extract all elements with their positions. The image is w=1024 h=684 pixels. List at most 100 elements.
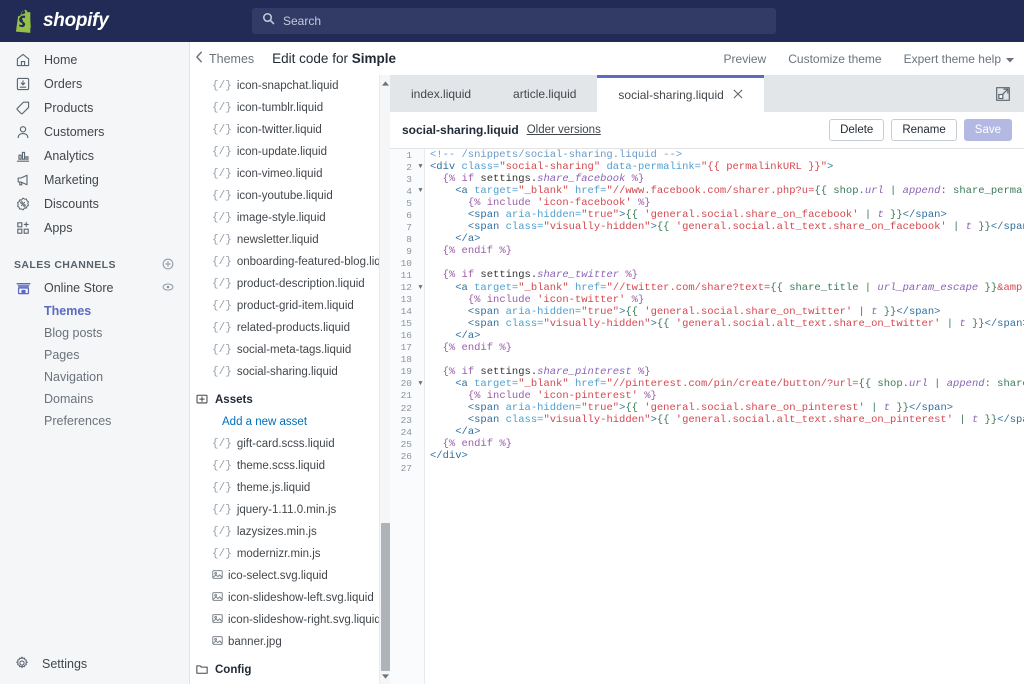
line-number: 23 [400,414,412,426]
file-tree-item[interactable]: {/} related-products.liquid [190,317,390,339]
file-tree-item[interactable]: {/} theme.js.liquid [190,477,390,499]
add-asset-label: Add a new asset [222,416,308,428]
rename-button[interactable]: Rename [891,119,957,141]
customize-theme-link[interactable]: Customize theme [788,52,881,66]
sidebar-item-home[interactable]: Home [0,48,189,72]
expand-fullscreen-icon[interactable] [992,83,1014,105]
file-tree-item[interactable]: {/} gift-card.scss.liquid [190,433,390,455]
file-tree-item[interactable]: {/} jquery-1.11.0.min.js [190,499,390,521]
line-number: 8 [406,233,412,245]
file-tree-item[interactable]: {/} lazysizes.min.js [190,521,390,543]
file-tree-item[interactable]: {/} social-sharing.liquid [190,361,390,383]
file-tree-item[interactable]: {/} product-grid-item.liquid [190,295,390,317]
file-label: jquery-1.11.0.min.js [236,504,337,516]
line-number: 25 [400,438,412,450]
code-text: <a target="_blank" href="//twitter.com/s… [455,281,1024,294]
shopify-brand[interactable]: shopify [14,9,190,33]
code-fold-toggle-icon[interactable]: ▼ [416,284,425,292]
sidebar-item-marketing[interactable]: Marketing [0,168,189,192]
sidebar-item-discounts[interactable]: Discounts [0,192,189,216]
file-tree-item[interactable]: {/} onboarding-featured-blog.liqu [190,251,390,273]
add-new-asset-link[interactable]: Add a new asset [190,411,390,433]
file-tree-item[interactable]: icon-slideshow-right.svg.liquid [190,609,390,631]
code-fold-toggle-icon[interactable]: ▼ [416,380,425,388]
breadcrumb[interactable]: Themes [195,51,254,66]
file-tree-item[interactable]: {/} icon-youtube.liquid [190,185,390,207]
sidebar-item-blog-posts[interactable]: Blog posts [0,322,189,344]
scroll-down-arrow-icon[interactable] [381,670,390,682]
code-text: {% if settings.share_pinterest %} [442,365,651,378]
sidebar-item-domains[interactable]: Domains [0,388,189,410]
sidebar-item-analytics[interactable]: Analytics [0,144,189,168]
file-tree-item[interactable]: {/} icon-twitter.liquid [190,119,390,141]
code-line: 3 {% if settings.share_facebook %} [390,173,1024,185]
close-icon[interactable] [733,88,743,102]
delete-button[interactable]: Delete [829,119,885,141]
sidebar-item-themes[interactable]: Themes [0,300,189,322]
tab-social-sharing-liquid[interactable]: social-sharing.liquid [597,75,764,112]
sidebar-item-apps[interactable]: Apps [0,216,189,240]
editor-file-bar: social-sharing.liquid Older versions Del… [390,112,1024,149]
file-tree-pane[interactable]: {/} icon-snapchat.liquid {/} icon-tumblr.li… [190,75,390,684]
sidebar-item-navigation[interactable]: Navigation [0,366,189,388]
code-line: 23 <span class="visually-hidden">{{ 'gen… [390,414,1024,426]
file-tree-folder[interactable]: Config [190,659,390,681]
file-tree-item[interactable]: {/} icon-tumblr.liquid [190,97,390,119]
shopify-bag-icon [14,9,36,33]
file-tree-item[interactable]: {/} icon-update.liquid [190,141,390,163]
file-tree-item[interactable]: {/} modernizr.min.js [190,543,390,565]
line-number: 16 [400,330,412,342]
liquid-code-icon: {/} [212,438,232,450]
sidebar-item-customers[interactable]: Customers [0,120,189,144]
file-tree-item[interactable]: {/} product-description.liquid [190,273,390,295]
file-tree-folder[interactable]: Assets [190,389,390,411]
sidebar-item-online-store[interactable]: Online Store [0,276,189,300]
file-label: related-products.liquid [236,322,350,334]
file-tree-item[interactable]: icon-slideshow-left.svg.liquid [190,587,390,609]
line-number: 4 [406,185,412,197]
preview-link[interactable]: Preview [724,52,767,66]
liquid-code-icon: {/} [212,322,232,334]
file-label: onboarding-featured-blog.liqu [236,256,388,268]
expert-theme-help-dropdown[interactable]: Expert theme help [904,52,1014,66]
liquid-code-icon: {/} [212,482,232,494]
line-number: 9 [406,245,412,257]
tab-index-liquid[interactable]: index.liquid [390,75,492,112]
page-title-theme: Simple [351,51,396,66]
code-line: 1 <!-- /snippets/social-sharing.liquid --… [390,149,1024,161]
code-text-area[interactable]: 1 <!-- /snippets/social-sharing.liquid --… [390,149,1024,684]
file-tree-scrollbar[interactable] [379,75,390,684]
code-line: 9 {% endif %} [390,245,1024,257]
search-input[interactable]: Search [252,8,776,34]
file-tree-item[interactable]: {/} newsletter.liquid [190,229,390,251]
code-text: <span class="visually-hidden">{{ 'genera… [467,414,1024,427]
sidebar-item-settings[interactable]: Settings [0,652,190,676]
file-tree-scroll-thumb[interactable] [381,523,390,671]
code-fold-toggle-icon[interactable]: ▼ [416,163,425,171]
sidebar-item-preferences[interactable]: Preferences [0,410,189,432]
file-tree-item[interactable]: {/} icon-vimeo.liquid [190,163,390,185]
sidebar-item-orders[interactable]: Orders [0,72,189,96]
file-tree-item[interactable]: {/} theme.scss.liquid [190,455,390,477]
file-label: theme.js.liquid [236,482,311,494]
sidebar-item-pages[interactable]: Pages [0,344,189,366]
older-versions-link[interactable]: Older versions [527,124,601,136]
eye-icon[interactable] [161,280,175,297]
image-asset-icon [212,635,223,649]
sales-channels-header: SALES CHANNELS [0,254,189,276]
file-tree-item[interactable]: {/} image-style.liquid [190,207,390,229]
sidebar-item-products[interactable]: Products [0,96,189,120]
file-tree-item[interactable]: {/} icon-snapchat.liquid [190,75,390,97]
expert-theme-help-label: Expert theme help [903,51,1001,66]
file-tree-item[interactable]: banner.jpg [190,631,390,653]
line-number: 26 [400,450,412,462]
file-tree-item[interactable]: ico-select.svg.liquid [190,565,390,587]
liquid-code-icon: {/} [212,300,232,312]
file-tree-item[interactable]: {/} social-meta-tags.liquid [190,339,390,361]
code-fold-toggle-icon[interactable]: ▼ [416,187,425,195]
scroll-up-arrow-icon[interactable] [381,77,390,89]
tab-article-liquid[interactable]: article.liquid [492,75,597,112]
primary-nav: Home Orders Products Customers Analytics… [0,42,189,240]
plus-circle-icon[interactable] [161,257,175,274]
save-button[interactable]: Save [963,119,1012,141]
